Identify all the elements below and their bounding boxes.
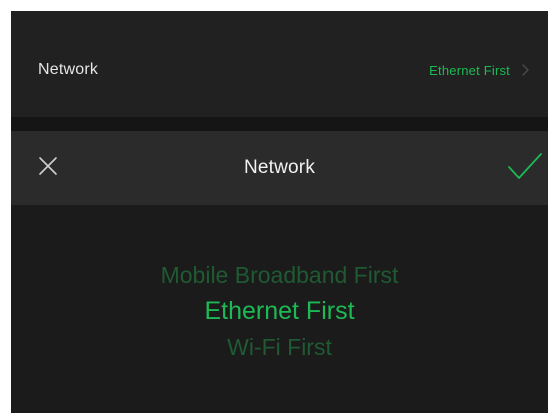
picker-option-wifi-first[interactable]: Wi-Fi First xyxy=(227,329,332,365)
network-setting-value: Ethernet First xyxy=(429,62,510,78)
close-icon xyxy=(38,156,58,181)
picker-header: Network xyxy=(11,131,548,205)
picker-option-mobile-broadband-first[interactable]: Mobile Broadband First xyxy=(161,257,399,293)
chevron-right-icon xyxy=(518,63,532,77)
picker-option-ethernet-first[interactable]: Ethernet First xyxy=(204,293,354,329)
settings-card: Network Ethernet First xyxy=(11,11,548,117)
network-setting-label: Network xyxy=(38,61,99,78)
picker-options: Mobile Broadband First Ethernet First Wi… xyxy=(11,257,548,365)
network-setting-row[interactable]: Network Ethernet First xyxy=(11,33,548,107)
close-button[interactable] xyxy=(33,153,63,183)
picker-wheel[interactable]: Mobile Broadband First Ethernet First Wi… xyxy=(11,205,548,413)
top-margin xyxy=(0,0,548,11)
picker-title: Network xyxy=(243,157,316,178)
network-setting-value-group: Ethernet First xyxy=(429,63,532,78)
confirm-button[interactable] xyxy=(506,151,544,185)
checkmark-icon xyxy=(507,151,543,186)
section-separator xyxy=(11,117,548,131)
